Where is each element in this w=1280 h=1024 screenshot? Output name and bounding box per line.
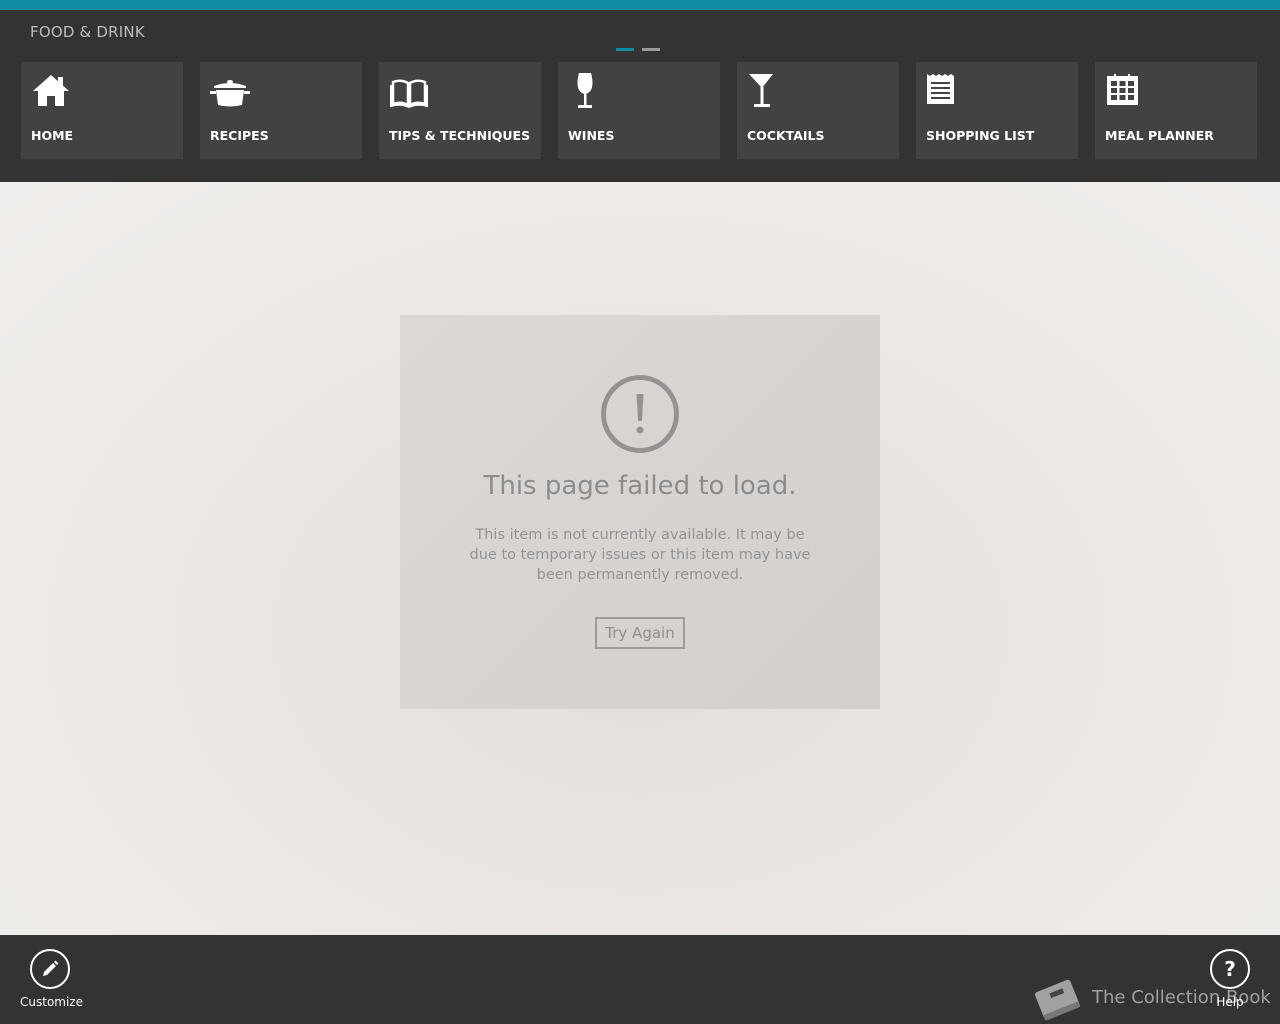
help-button-circle: ? [1210,949,1250,989]
nav-tile-shopping-list[interactable]: SHOPPING LIST [916,62,1078,159]
nav-tile-meal-planner[interactable]: MEAL PLANNER [1095,62,1257,159]
customize-label: Customize [20,995,83,1009]
error-message: This item is not currently available. It… [469,527,811,583]
customize-button[interactable]: Customize [20,949,83,1009]
pencil-icon [43,960,59,976]
nav-tile-cocktails[interactable]: COCKTAILS [737,62,899,159]
customize-button-circle [30,949,70,989]
try-again-button[interactable]: Try Again [595,617,685,649]
top-nav-bar: FOOD & DRINK HOME RECIPES TIPS & TECHNIQ… [0,10,1280,182]
page-indicator [616,48,660,51]
exclamation-circle-icon [600,374,680,454]
app-title: FOOD & DRINK [30,23,145,41]
help-label: Help [1216,995,1244,1009]
nav-tile-label: SHOPPING LIST [926,128,1035,143]
error-card: This page failed to load. This item is n… [400,315,880,709]
nav-tiles: HOME RECIPES TIPS & TECHNIQUES WINES COC… [21,62,1257,159]
list-icon [926,72,966,112]
book-icon [389,72,429,112]
nav-tile-label: MEAL PLANNER [1105,128,1214,143]
page-indicator-dot-1[interactable] [616,48,634,51]
content-area: This page failed to load. This item is n… [0,182,1280,935]
nav-tile-home[interactable]: HOME [21,62,183,159]
error-title: This page failed to load. [483,471,797,501]
help-button[interactable]: ? Help [1200,949,1260,1009]
page-indicator-dot-2[interactable] [642,48,660,51]
accent-bar [0,0,1280,10]
cocktail-glass-icon [747,72,787,112]
wine-glass-icon [568,72,608,112]
nav-tile-label: COCKTAILS [747,128,825,143]
bottom-app-bar: Customize The Collection Book ? Help [0,935,1280,1024]
question-icon: ? [1224,957,1236,981]
nav-tile-label: HOME [31,128,74,143]
nav-tile-label: RECIPES [210,128,269,143]
nav-tile-tips-techniques[interactable]: TIPS & TECHNIQUES [379,62,541,159]
nav-tile-label: WINES [568,128,615,143]
nav-tile-recipes[interactable]: RECIPES [200,62,362,159]
book-icon [1030,973,1084,1024]
nav-tile-wines[interactable]: WINES [558,62,720,159]
home-icon [31,72,71,112]
pot-icon [210,72,250,112]
nav-tile-label: TIPS & TECHNIQUES [389,128,531,143]
calendar-grid-icon [1105,72,1145,112]
